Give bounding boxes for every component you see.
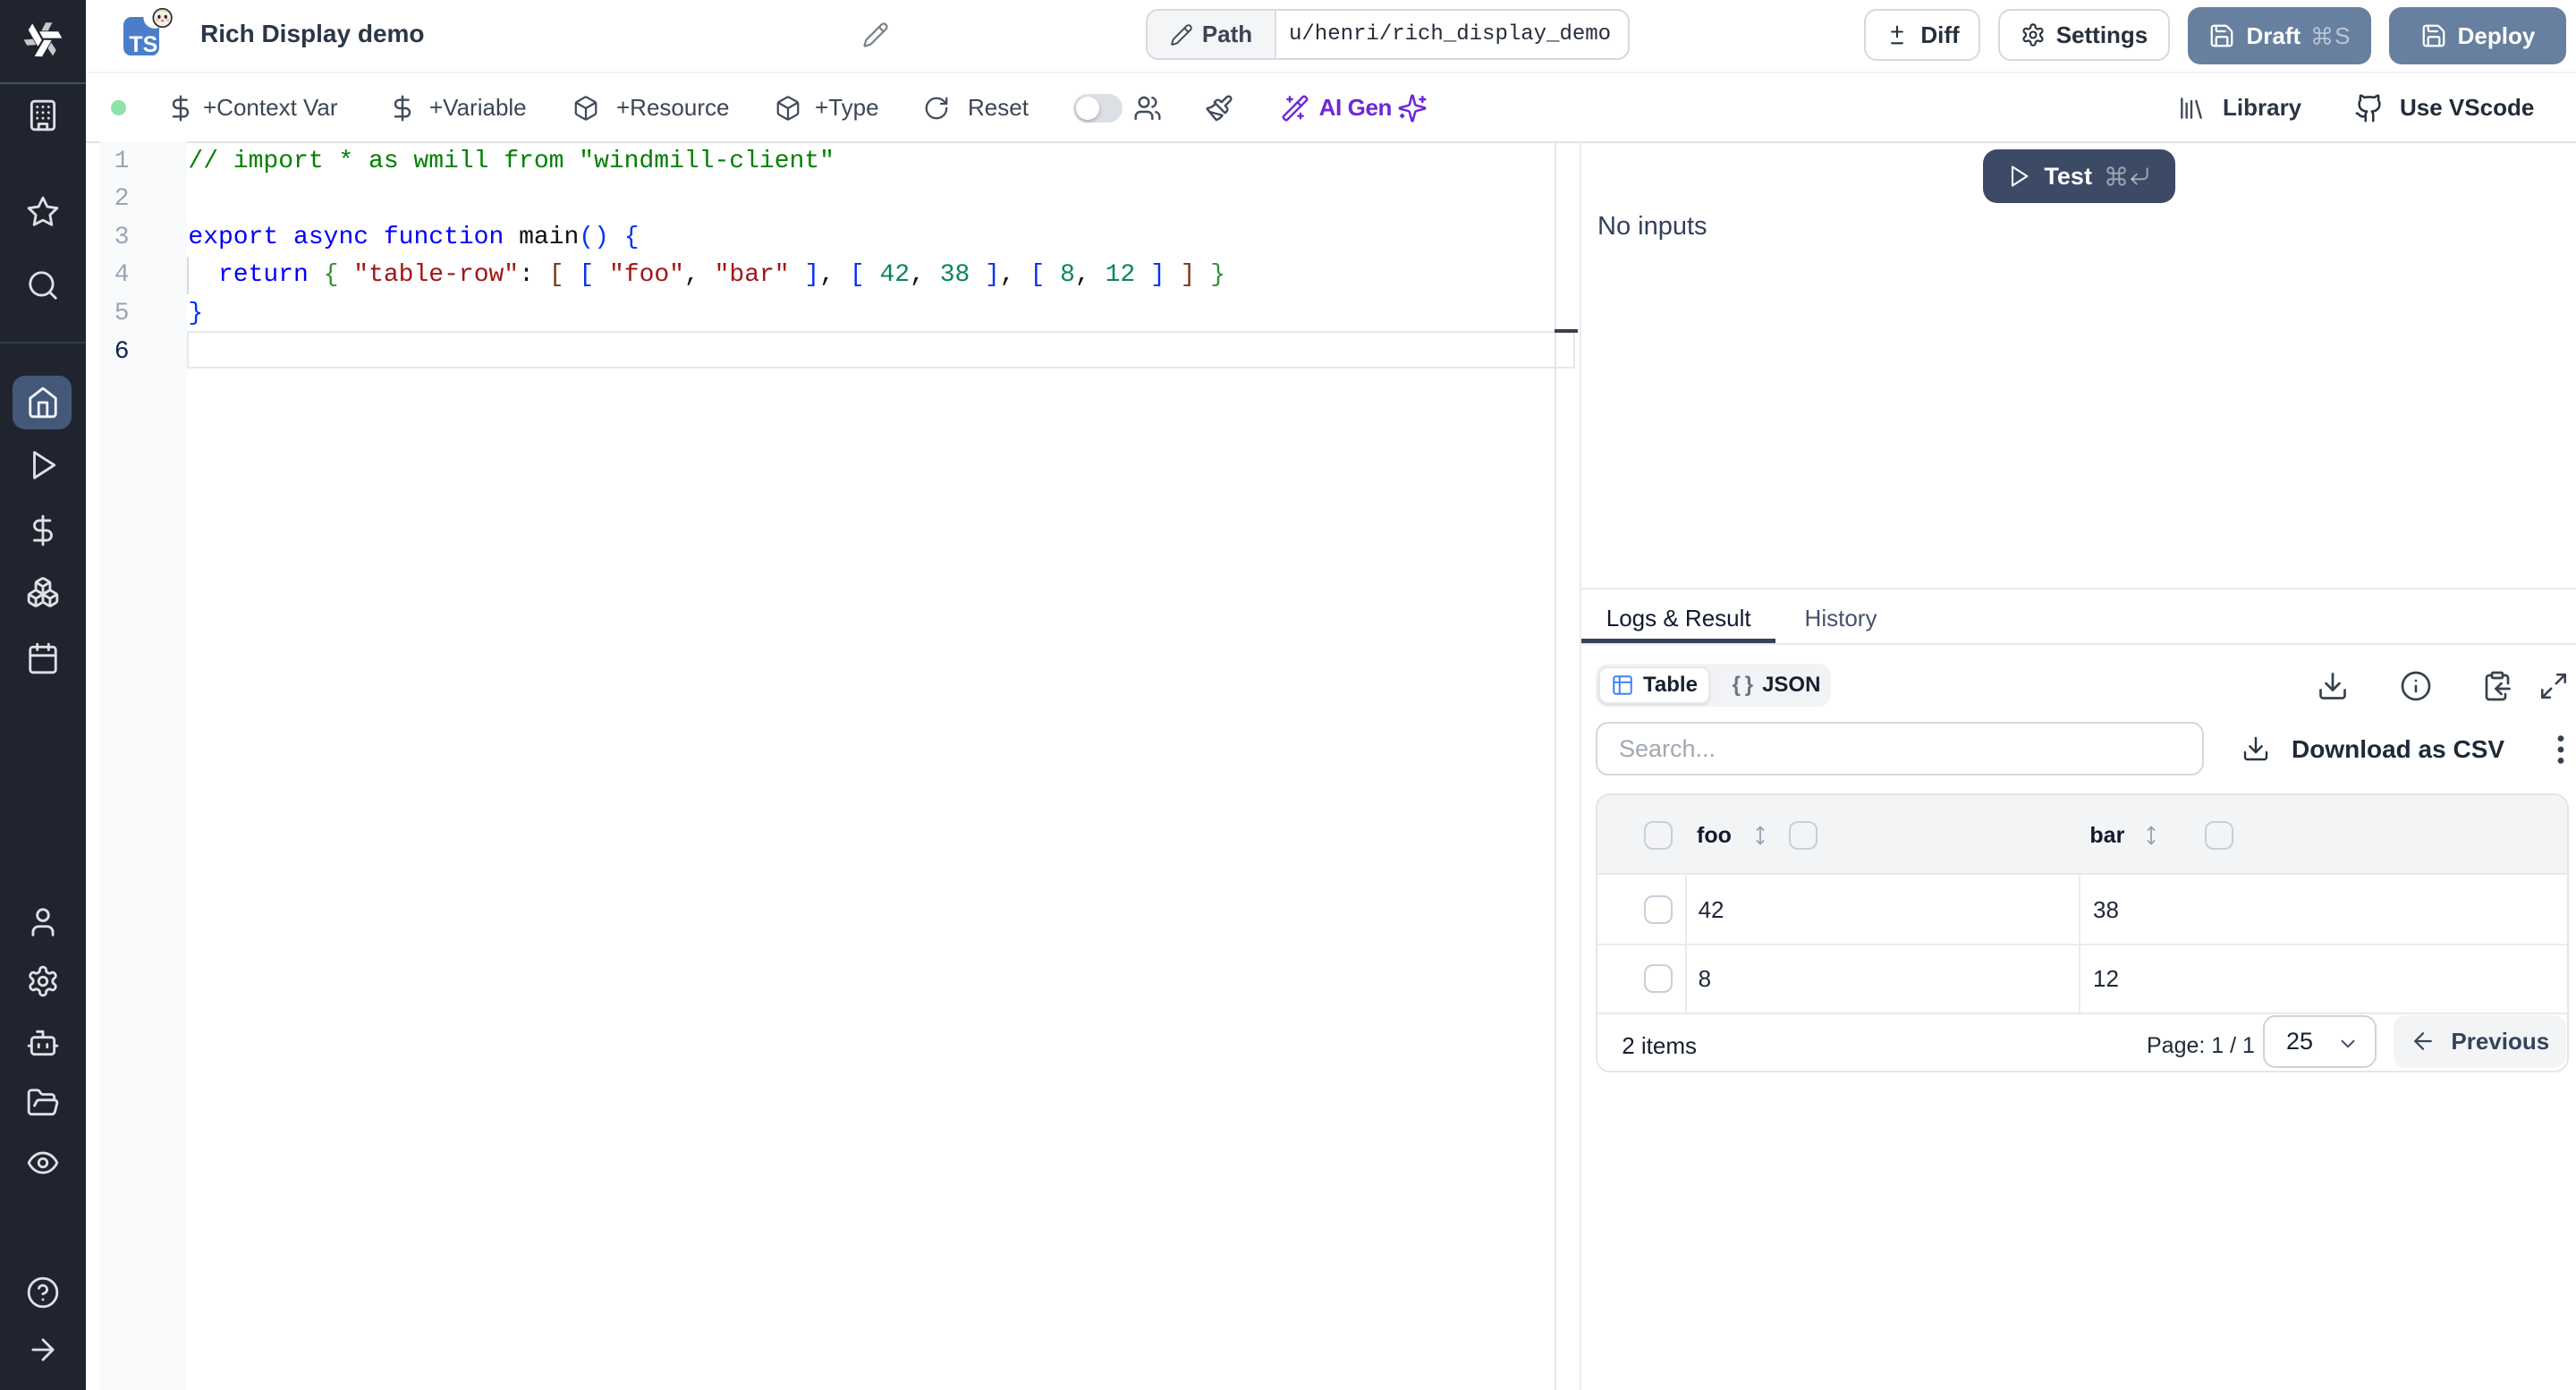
svg-text:TS: TS (129, 32, 157, 55)
